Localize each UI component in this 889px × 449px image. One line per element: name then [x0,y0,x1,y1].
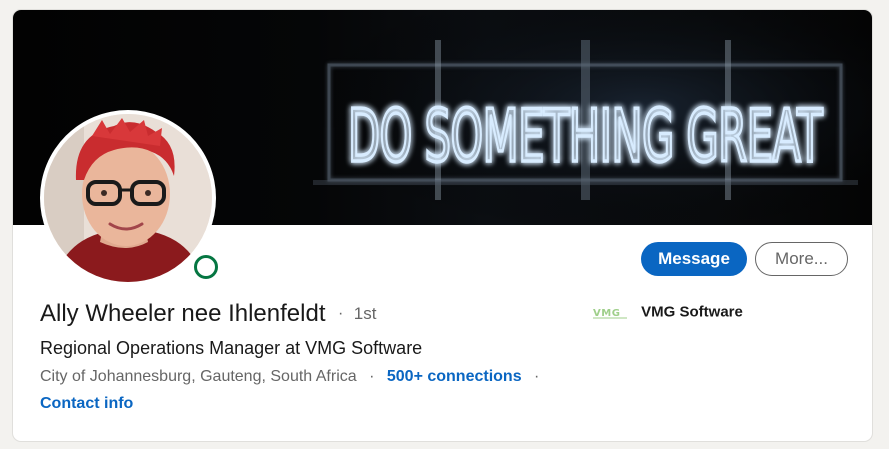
avatar-photo [44,114,212,282]
vmg-logo-icon: VMG [593,308,627,319]
avatar-frame[interactable] [40,110,218,286]
online-status-indicator [194,255,218,279]
connections-link[interactable]: 500+ connections [387,368,522,385]
location-row: City of Johannesburg, Gauteng, South Afr… [40,368,547,386]
more-button[interactable]: More... [755,242,848,276]
connection-degree: 1st [353,304,377,323]
current-company-link[interactable]: VMG VMG Software [593,303,743,321]
profile-location: City of Johannesburg, Gauteng, South Afr… [40,368,357,385]
connections-separator: · [534,368,540,385]
avatar[interactable] [44,114,212,282]
profile-headline: Regional Operations Manager at VMG Softw… [40,338,423,358]
name-row: Ally Wheeler nee Ihlenfeldt · 1st [40,300,376,328]
svg-text:VMG: VMG [593,308,620,319]
profile-name: Ally Wheeler nee Ihlenfeldt [40,300,326,327]
location-separator: · [369,368,375,385]
degree-separator: · [337,305,344,322]
profile-card: DO SOMETHING GREAT Message More... Ally … [12,9,873,442]
message-button[interactable]: Message [641,242,747,276]
company-name: VMG Software [641,303,743,321]
neon-text: DO SOMETHING GREAT [348,94,823,178]
contact-info-link[interactable]: Contact info [40,395,133,413]
